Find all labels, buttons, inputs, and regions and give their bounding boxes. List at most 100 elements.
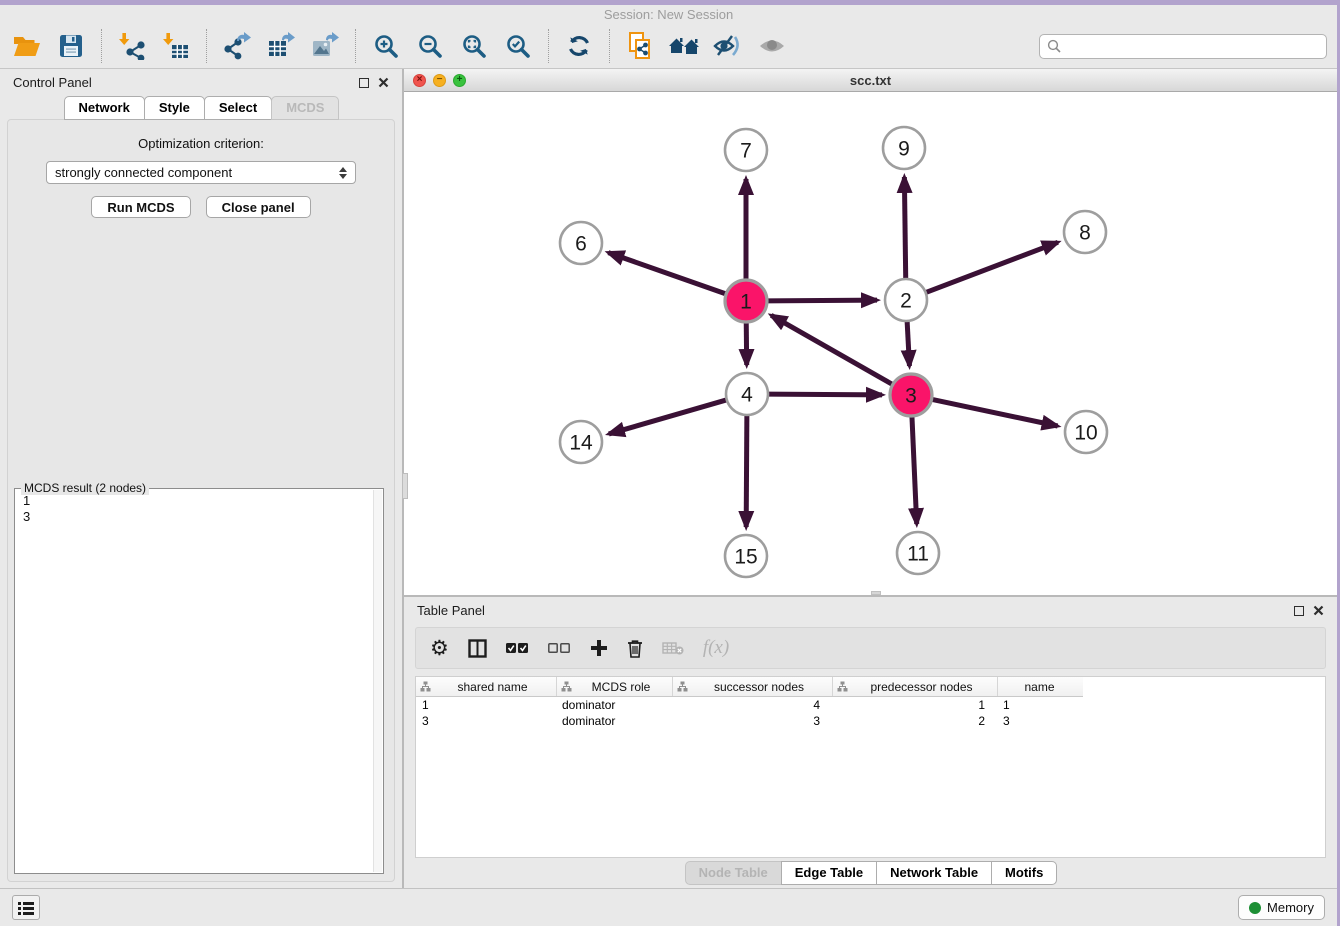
network-node-10[interactable]: 10 bbox=[1065, 411, 1107, 453]
zoom-fit-button[interactable] bbox=[457, 29, 491, 63]
column-header-shared-name[interactable]: shared name bbox=[416, 677, 556, 696]
toggle-graphics-details-button[interactable] bbox=[711, 29, 745, 63]
status-bar: Memory bbox=[0, 888, 1337, 926]
network-edge-2-3[interactable] bbox=[907, 321, 909, 366]
import-network-icon bbox=[118, 32, 146, 60]
control-panel: Control Panel NetworkStyleSelectMCDS Opt… bbox=[0, 69, 404, 888]
panel-list-toggle-button[interactable] bbox=[12, 895, 40, 920]
tab-edge-table[interactable]: Edge Table bbox=[781, 861, 877, 885]
delete-column-icon[interactable] bbox=[627, 639, 643, 658]
network-window-title: scc.txt bbox=[404, 73, 1337, 88]
network-edge-3-11[interactable] bbox=[912, 416, 917, 524]
table-row[interactable]: 1dominator411 bbox=[416, 697, 1325, 713]
zoom-selected-button[interactable] bbox=[501, 29, 535, 63]
settings-gear-icon[interactable]: ⚙ bbox=[430, 636, 449, 661]
deselect-all-columns-icon[interactable] bbox=[548, 643, 571, 654]
table-cell: 1 bbox=[997, 698, 1081, 712]
combo-stepper-icon bbox=[339, 167, 347, 179]
zoom-fit-icon bbox=[461, 33, 488, 60]
node-label: 1 bbox=[740, 291, 752, 314]
add-column-icon[interactable] bbox=[590, 639, 608, 657]
show-hide-button[interactable] bbox=[755, 29, 789, 63]
close-table-panel-icon[interactable] bbox=[1313, 605, 1324, 616]
network-edge-4-15[interactable] bbox=[746, 415, 747, 527]
save-session-icon bbox=[58, 33, 84, 59]
network-edge-4-3[interactable] bbox=[768, 394, 882, 395]
window-title: Session: New Session bbox=[0, 5, 1337, 24]
table-cell: 1 bbox=[832, 698, 997, 712]
search-input[interactable] bbox=[1066, 39, 1319, 54]
refresh-network-icon bbox=[566, 33, 592, 59]
tab-node-table[interactable]: Node Table bbox=[685, 861, 782, 885]
import-table-icon bbox=[162, 32, 190, 60]
column-header-name[interactable]: name bbox=[997, 677, 1081, 696]
network-node-9[interactable]: 9 bbox=[883, 127, 925, 169]
network-node-6[interactable]: 6 bbox=[560, 222, 602, 264]
select-all-columns-icon[interactable] bbox=[506, 643, 529, 654]
zoom-in-button[interactable] bbox=[369, 29, 403, 63]
network-edge-1-6[interactable] bbox=[608, 253, 726, 294]
zoom-out-button[interactable] bbox=[413, 29, 447, 63]
close-panel-icon[interactable] bbox=[378, 77, 389, 88]
tab-network[interactable]: Network bbox=[64, 96, 145, 120]
column-header-successor-nodes[interactable]: successor nodes bbox=[672, 677, 832, 696]
network-node-11[interactable]: 11 bbox=[897, 532, 939, 574]
network-resize-grip[interactable] bbox=[871, 591, 881, 595]
table-toolbar: ⚙ bbox=[415, 627, 1326, 669]
network-node-2[interactable]: 2 bbox=[885, 279, 927, 321]
window-zoom-button[interactable]: + bbox=[453, 74, 466, 87]
home-networks-icon bbox=[668, 34, 700, 58]
network-node-15[interactable]: 15 bbox=[725, 535, 767, 577]
network-node-8[interactable]: 8 bbox=[1064, 211, 1106, 253]
home-networks-button[interactable] bbox=[667, 29, 701, 63]
network-node-7[interactable]: 7 bbox=[725, 129, 767, 171]
network-edge-1-2[interactable] bbox=[767, 300, 877, 301]
search-icon bbox=[1047, 39, 1061, 53]
node-label: 7 bbox=[740, 140, 752, 163]
search-box[interactable] bbox=[1039, 34, 1327, 59]
network-edge-2-9[interactable] bbox=[904, 177, 905, 279]
duplicate-network-button[interactable] bbox=[623, 29, 657, 63]
export-image-button[interactable] bbox=[308, 29, 342, 63]
tab-style[interactable]: Style bbox=[144, 96, 205, 120]
column-header-predecessor-nodes[interactable]: predecessor nodes bbox=[832, 677, 997, 696]
network-node-4[interactable]: 4 bbox=[726, 373, 768, 415]
tab-motifs[interactable]: Motifs bbox=[991, 861, 1057, 885]
control-panel-title: Control Panel bbox=[13, 75, 92, 90]
table-cell: 3 bbox=[672, 714, 832, 728]
export-network-button[interactable] bbox=[220, 29, 254, 63]
network-node-14[interactable]: 14 bbox=[560, 421, 602, 463]
tab-mcds[interactable]: MCDS bbox=[271, 96, 339, 120]
duplicate-network-icon bbox=[626, 31, 654, 61]
import-network-button[interactable] bbox=[115, 29, 149, 63]
network-canvas[interactable]: 1 2 3 4 6 7 8 9 10 11 14 15 bbox=[404, 92, 1337, 595]
optimization-criterion-select[interactable]: strongly connected component bbox=[46, 161, 356, 184]
network-node-3[interactable]: 3 bbox=[890, 374, 932, 416]
network-edge-4-14[interactable] bbox=[609, 400, 727, 434]
tab-select[interactable]: Select bbox=[204, 96, 272, 120]
table-row[interactable]: 3dominator323 bbox=[416, 713, 1325, 729]
criterion-value: strongly connected component bbox=[55, 165, 232, 180]
float-table-panel-icon[interactable] bbox=[1294, 606, 1304, 616]
network-edge-3-10[interactable] bbox=[932, 399, 1058, 426]
window-minimize-button[interactable]: − bbox=[433, 74, 446, 87]
result-scrollbar[interactable] bbox=[373, 490, 382, 872]
window-close-button[interactable]: × bbox=[413, 74, 426, 87]
float-panel-icon[interactable] bbox=[359, 78, 369, 88]
close-panel-button[interactable]: Close panel bbox=[206, 196, 311, 218]
column-header-MCDS-role[interactable]: MCDS role bbox=[556, 677, 672, 696]
network-edge-3-1[interactable] bbox=[771, 315, 893, 384]
tab-network-table[interactable]: Network Table bbox=[876, 861, 992, 885]
network-node-1[interactable]: 1 bbox=[725, 280, 767, 322]
open-file-button[interactable] bbox=[10, 29, 44, 63]
import-table-button[interactable] bbox=[159, 29, 193, 63]
panel-divider-grip[interactable] bbox=[402, 473, 408, 499]
memory-button[interactable]: Memory bbox=[1238, 895, 1325, 920]
run-mcds-button[interactable]: Run MCDS bbox=[91, 196, 190, 218]
network-edge-2-8[interactable] bbox=[926, 242, 1058, 292]
column-view-icon[interactable] bbox=[468, 639, 487, 658]
refresh-network-button[interactable] bbox=[562, 29, 596, 63]
save-session-button[interactable] bbox=[54, 29, 88, 63]
table-cell: 1 bbox=[416, 698, 556, 712]
export-table-button[interactable] bbox=[264, 29, 298, 63]
